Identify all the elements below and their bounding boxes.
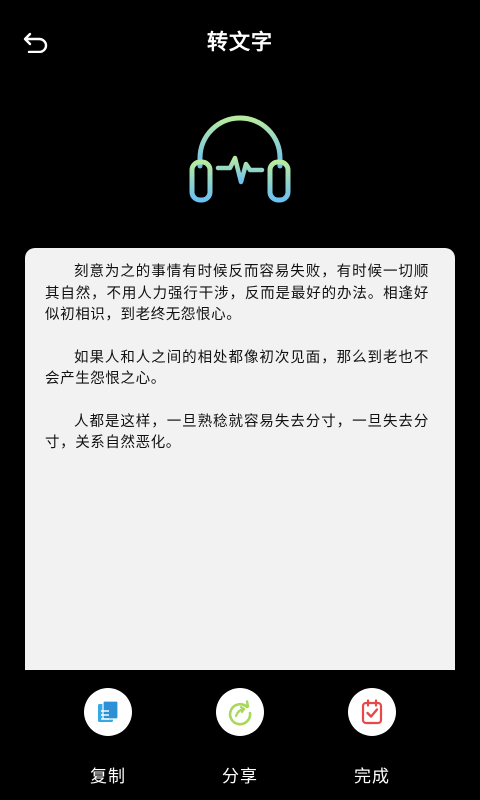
headphone-waveform-icon [184, 110, 296, 210]
done-button-circle[interactable] [348, 688, 396, 736]
header-bar: 转文字 [0, 0, 480, 84]
share-button[interactable]: 分享 [200, 688, 280, 787]
action-bar: 复制 分享 完成 [0, 688, 480, 788]
share-icon [228, 700, 252, 726]
transcript-text-area[interactable]: 刻意为之的事情有时候反而容易失败，有时候一切顺其自然，不用人力强行干涉，反而是最… [25, 248, 455, 670]
copy-icon [98, 700, 119, 722]
share-button-circle[interactable] [216, 688, 264, 736]
page-title: 转文字 [207, 30, 273, 54]
done-icon [361, 699, 383, 725]
copy-label: 复制 [90, 767, 126, 787]
done-label: 完成 [354, 767, 390, 787]
done-button[interactable]: 完成 [332, 688, 412, 787]
share-label: 分享 [222, 767, 258, 787]
transcript-paragraph: 如果人和人之间的相处都像初次见面，那么到老也不会产生怨恨之心。 [45, 349, 429, 388]
transcript-paragraph: 刻意为之的事情有时候反而容易失败，有时候一切顺其自然，不用人力强行干涉，反而是最… [45, 264, 429, 323]
transcript-paragraph: 人都是这样，一旦熟稔就容易失去分寸，一旦失去分寸，关系自然恶化。 [45, 413, 429, 452]
copy-button-circle[interactable] [84, 688, 132, 736]
copy-button[interactable]: 复制 [68, 688, 148, 787]
